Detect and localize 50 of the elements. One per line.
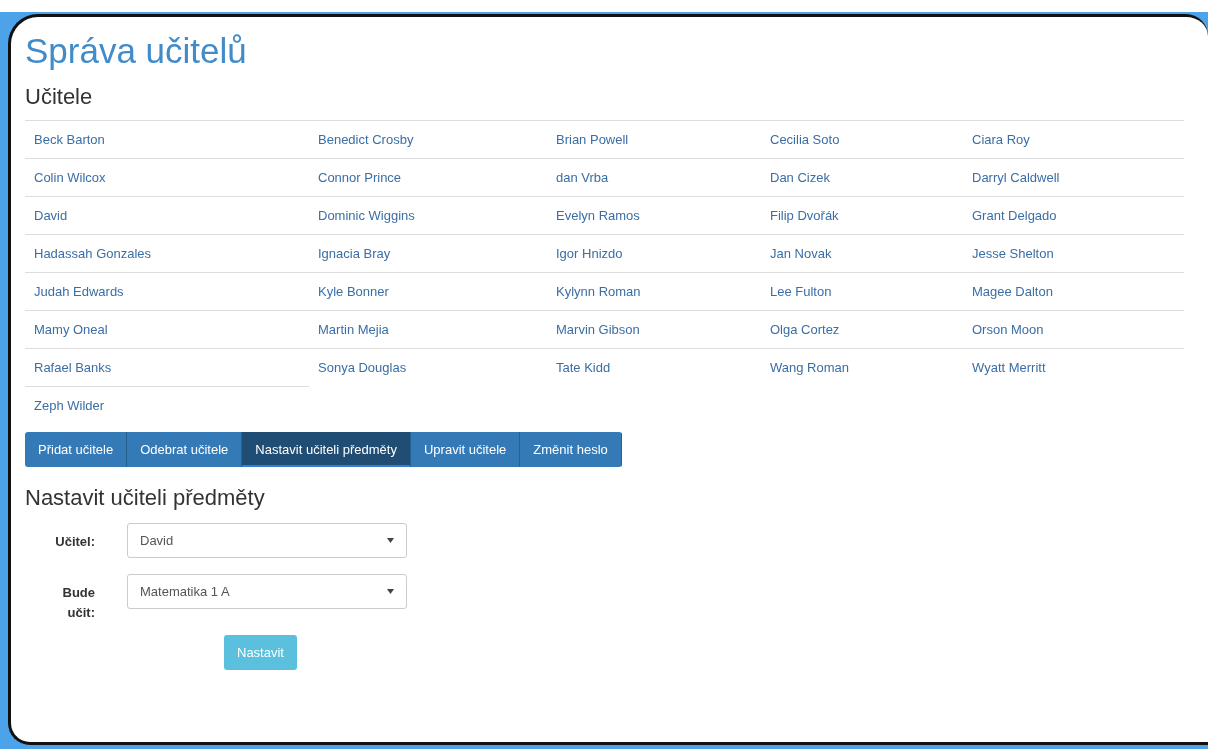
teacher-link[interactable]: Brian Powell <box>556 129 629 150</box>
teacher-link[interactable]: Kyle Bonner <box>318 281 389 302</box>
teacher-link[interactable]: Kylynn Roman <box>556 281 641 302</box>
teacher-link[interactable]: Marvin Gibson <box>556 319 640 340</box>
teacher-link[interactable]: Grant Delgado <box>972 205 1057 226</box>
tab[interactable]: Přidat učitele <box>25 432 128 467</box>
teacher-link[interactable]: Connor Prince <box>318 167 402 188</box>
dropdown-caret-icon <box>387 538 394 543</box>
teacher-link[interactable]: Zeph Wilder <box>34 395 105 416</box>
teacher-link[interactable]: Wyatt Merritt <box>972 357 1046 378</box>
teacher-link[interactable]: Olga Cortez <box>770 319 840 340</box>
teacher-link[interactable]: Ciara Roy <box>972 129 1030 150</box>
teacher-link[interactable]: Mamy Oneal <box>34 319 108 340</box>
dropdown-caret-icon <box>387 589 394 594</box>
teacher-link[interactable]: Cecilia Soto <box>770 129 840 150</box>
teacher-link[interactable]: Wang Roman <box>770 357 849 378</box>
form-heading: Nastavit učiteli předměty <box>25 487 265 509</box>
teacher-link[interactable]: Magee Dalton <box>972 281 1053 302</box>
select-field[interactable]: Matematika 1 A <box>127 574 407 609</box>
page-title: Správa učitelů <box>25 33 247 68</box>
select-field[interactable]: David <box>127 523 407 558</box>
teacher-link[interactable]: Colin Wilcox <box>34 167 106 188</box>
teacher-link[interactable]: Martin Mejia <box>318 319 389 340</box>
field-label: Bude učit: <box>61 584 95 622</box>
teacher-link[interactable]: Ignacia Bray <box>318 243 391 264</box>
teacher-link[interactable]: Filip Dvořák <box>770 205 839 226</box>
teacher-link[interactable]: David <box>34 205 68 226</box>
teacher-link[interactable]: Rafael Banks <box>34 357 112 378</box>
tab[interactable]: Nastavit učiteli předměty <box>242 432 411 467</box>
teacher-link[interactable]: Evelyn Ramos <box>556 205 640 226</box>
teacher-link[interactable]: dan Vrba <box>556 167 609 188</box>
section-heading: Učitele <box>25 86 93 108</box>
teacher-link[interactable]: Darryl Caldwell <box>972 167 1060 188</box>
teacher-link[interactable]: Orson Moon <box>972 319 1044 340</box>
teacher-link[interactable]: Dominic Wiggins <box>318 205 415 226</box>
teacher-link[interactable]: Lee Fulton <box>770 281 832 302</box>
teacher-link[interactable]: Jan Novak <box>770 243 832 264</box>
teacher-link[interactable]: Hadassah Gonzales <box>34 243 152 264</box>
field-label: Učitel: <box>54 533 95 551</box>
tab[interactable]: Upravit učitele <box>410 432 521 467</box>
teacher-link[interactable]: Benedict Crosby <box>318 129 414 150</box>
tab[interactable]: Odebrat učitele <box>127 432 243 467</box>
teacher-link[interactable]: Tate Kidd <box>556 357 611 378</box>
teacher-link[interactable]: Sonya Douglas <box>318 357 407 378</box>
tab[interactable]: Změnit heslo <box>520 432 622 467</box>
teacher-link[interactable]: Judah Edwards <box>34 281 124 302</box>
teacher-link[interactable]: Igor Hnizdo <box>556 243 623 264</box>
teacher-link[interactable]: Dan Cizek <box>770 167 830 188</box>
teacher-link[interactable]: Jesse Shelton <box>972 243 1054 264</box>
teacher-link[interactable]: Beck Barton <box>34 129 105 150</box>
